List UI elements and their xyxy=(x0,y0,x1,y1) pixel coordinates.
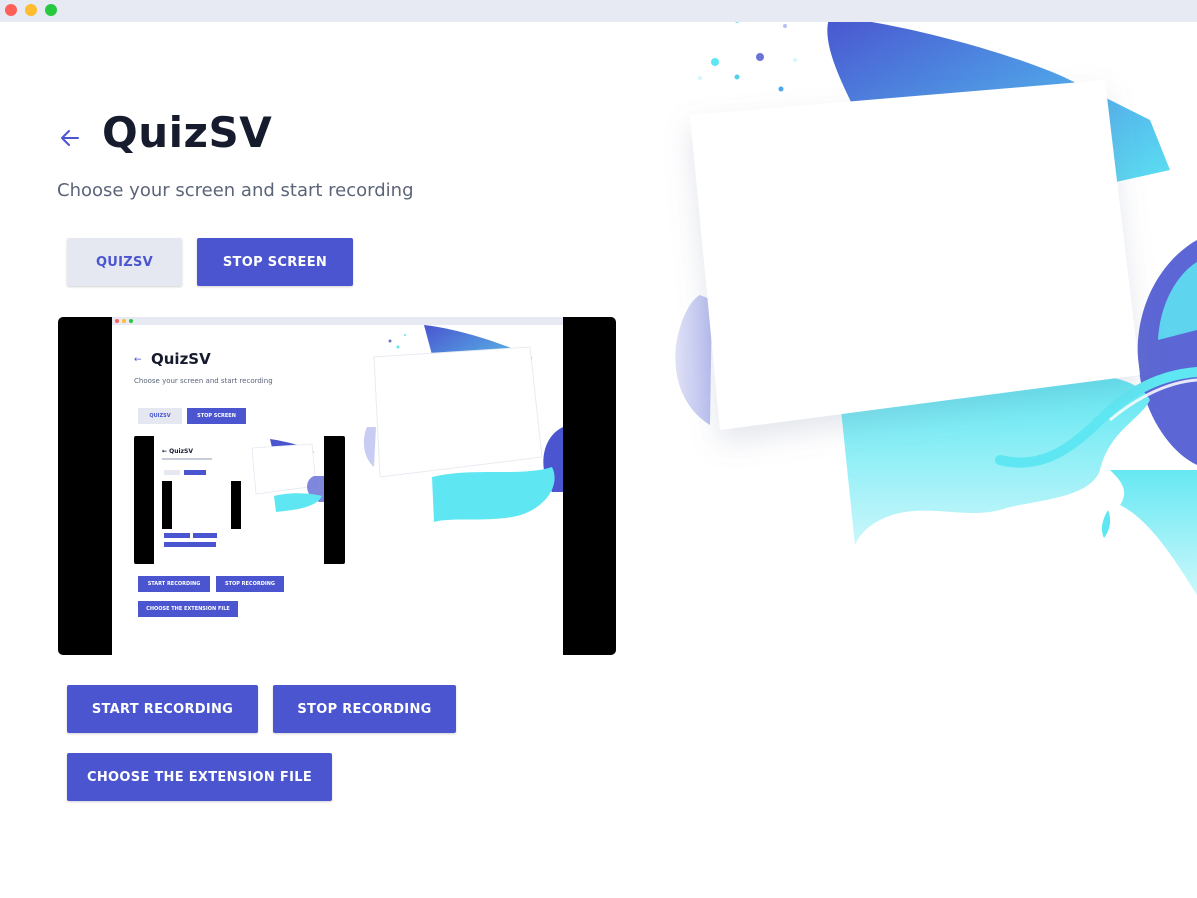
page-title: QuizSV xyxy=(102,108,273,157)
preview-nested-capture: ← QuizSV xyxy=(134,436,345,564)
preview-window-capture: ← QuizSV Choose your screen and start re… xyxy=(112,317,563,655)
stop-recording-button[interactable]: STOP RECORDING xyxy=(273,685,456,733)
app-window: QuizSV Choose your screen and start reco… xyxy=(0,22,1197,898)
start-recording-button[interactable]: START RECORDING xyxy=(67,685,258,733)
preview-extension-button: CHOOSE THE EXTENSION FILE xyxy=(138,601,238,617)
preview-title: QuizSV xyxy=(151,350,211,368)
floating-card xyxy=(690,80,1140,430)
stop-screen-button[interactable]: STOP SCREEN xyxy=(197,238,353,286)
screen-preview: ← QuizSV Choose your screen and start re… xyxy=(58,317,616,655)
preview-start-recording-button: START RECORDING xyxy=(138,576,210,592)
arrow-left-icon xyxy=(61,130,79,146)
preview-quizsv-button: QUIZSV xyxy=(138,408,182,424)
minimize-window-button[interactable] xyxy=(25,4,37,16)
preview-subtitle: Choose your screen and start recording xyxy=(134,377,273,385)
maximize-window-button[interactable] xyxy=(45,4,57,16)
page-subtitle: Choose your screen and start recording xyxy=(57,180,414,201)
close-window-button[interactable] xyxy=(5,4,17,16)
title-bar xyxy=(0,0,1197,22)
preview-stop-recording-button: STOP RECORDING xyxy=(216,576,284,592)
source-quizsv-button[interactable]: QUIZSV xyxy=(67,238,182,286)
back-button[interactable] xyxy=(56,124,84,152)
particle-dots xyxy=(698,22,797,92)
choose-extension-file-button[interactable]: CHOOSE THE EXTENSION FILE xyxy=(67,753,332,801)
preview-stop-screen-button: STOP SCREEN xyxy=(187,408,246,424)
